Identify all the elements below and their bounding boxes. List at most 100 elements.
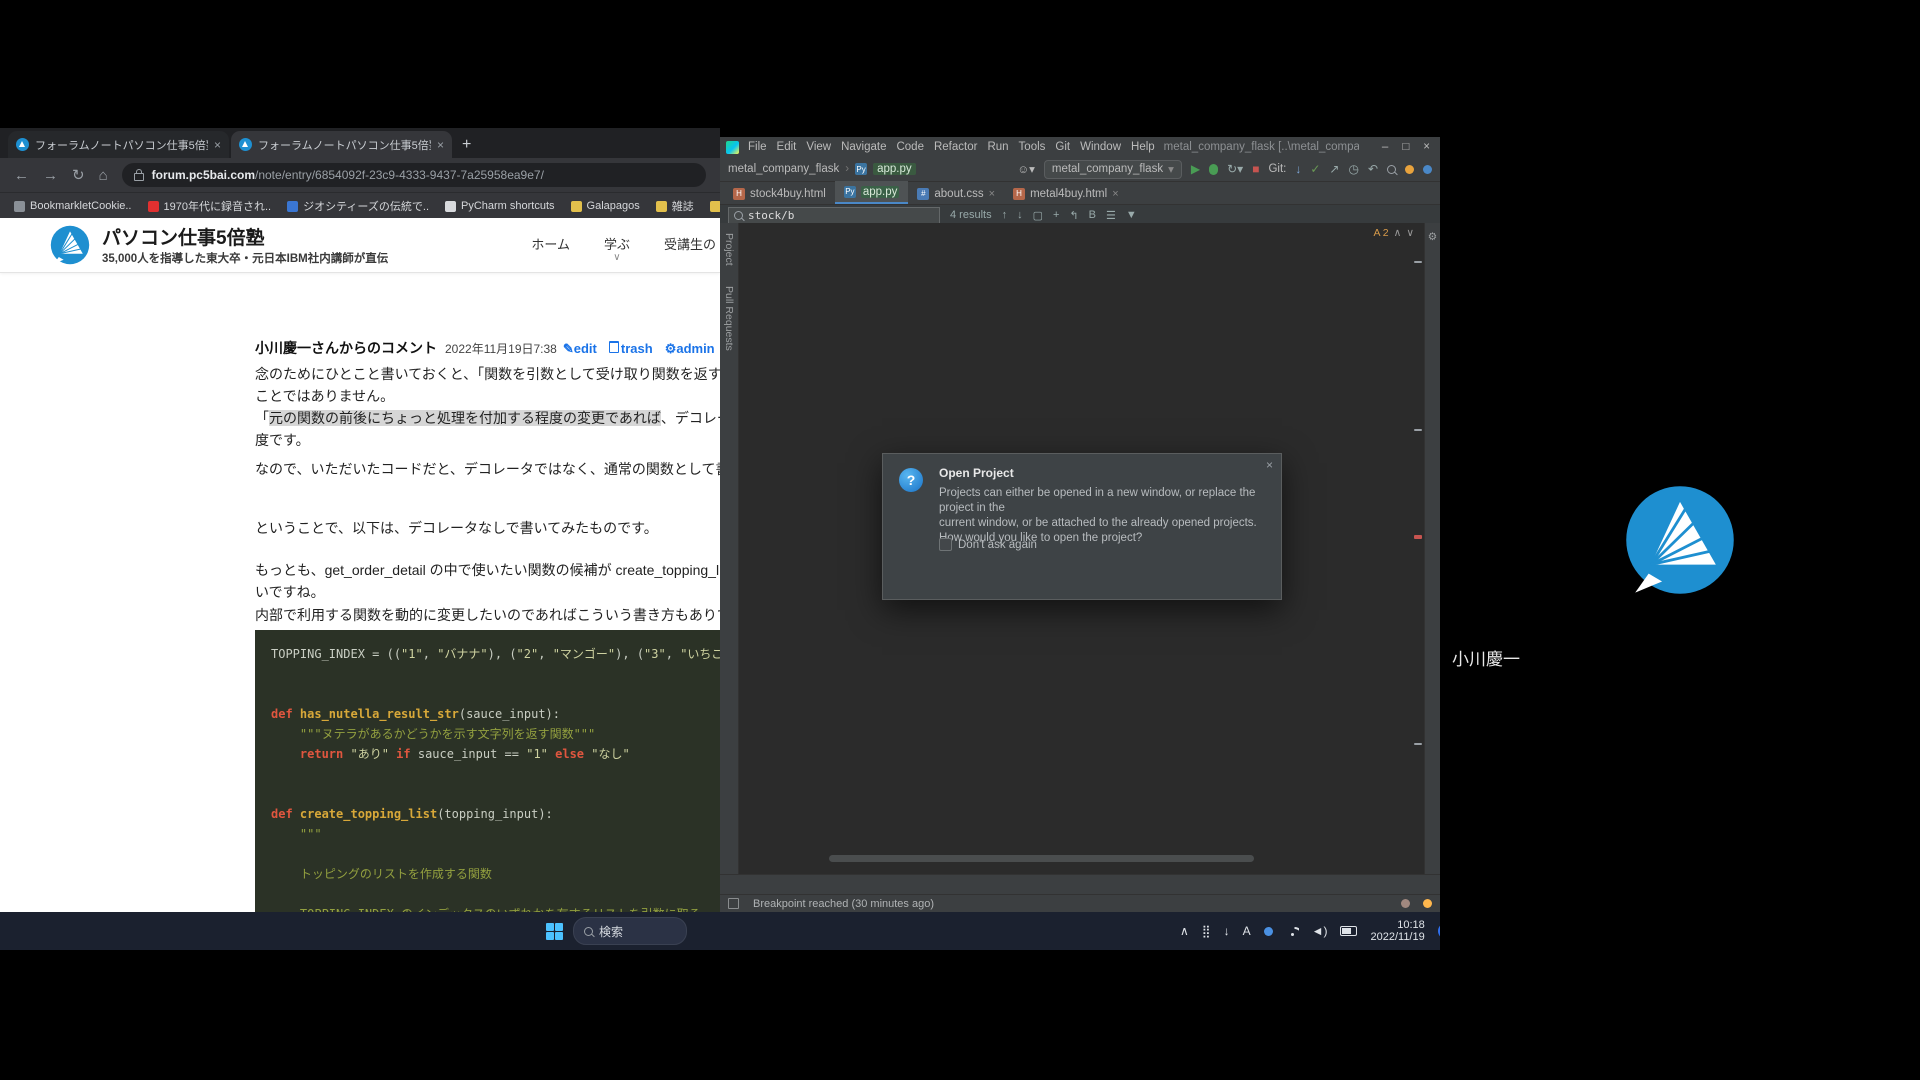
site-logo-icon[interactable] (50, 225, 90, 265)
menu-file[interactable]: File (748, 141, 767, 153)
minimize-button[interactable]: – (1382, 141, 1388, 153)
bookmark-item[interactable]: ジオシティーズの伝統で.. (287, 198, 429, 214)
run-icon[interactable]: ▶ (1191, 163, 1200, 175)
bookmark-item[interactable]: BookmarkletCookie.. (14, 200, 132, 212)
tab-close-icon[interactable]: × (437, 138, 444, 152)
pycharm-titlebar[interactable]: File Edit View Navigate Code Refactor Run Tools… (720, 137, 1440, 157)
inspections-widget[interactable]: A 2 ∧ ∨ (1373, 227, 1414, 239)
git-push-icon[interactable]: ↗ (1329, 163, 1339, 175)
menu-git[interactable]: Git (1055, 141, 1070, 153)
menu-help[interactable]: Help (1131, 141, 1155, 153)
tool-window-button[interactable]: Project (723, 233, 735, 266)
maximize-button[interactable]: □ (1402, 141, 1409, 153)
tool-window-button[interactable]: Pull Requests (723, 286, 735, 351)
checkbox-icon[interactable] (939, 538, 952, 551)
next-match-icon[interactable]: ↓ (1017, 209, 1023, 221)
stop-icon[interactable]: ■ (1252, 163, 1259, 175)
prev-match-icon[interactable]: ↑ (1002, 209, 1008, 221)
bookmark-item[interactable]: Psychology, Physica.. (710, 200, 720, 212)
tray-person-icon[interactable] (1264, 927, 1273, 936)
add-selection-icon[interactable]: + (1053, 209, 1059, 221)
profiler-icon[interactable] (1423, 165, 1432, 174)
menu-navigate[interactable]: Navigate (841, 141, 886, 153)
nav-item[interactable]: ホーム (531, 234, 570, 253)
search-options-icon[interactable]: ☰ (1106, 209, 1116, 222)
wifi-icon[interactable] (1286, 927, 1299, 936)
menu-window[interactable]: Window (1080, 141, 1121, 153)
menu-tools[interactable]: Tools (1019, 141, 1046, 153)
editor-tab[interactable]: #about.css× (908, 183, 1004, 204)
bookmark-item[interactable]: Galapagos (571, 200, 640, 212)
bookmark-item[interactable]: 雑誌 (656, 198, 694, 214)
horizontal-scrollbar[interactable] (829, 855, 1254, 862)
tab-close-icon[interactable]: × (989, 188, 995, 200)
forum-content: 小川慶一さんからのコメント2022年11月19日7:38✎edittrash⚙a… (255, 338, 720, 912)
edit-link[interactable]: ✎edit (563, 341, 597, 356)
status-notification-icon[interactable] (1401, 899, 1410, 908)
nav-item[interactable]: 学ぶ∨ (604, 234, 630, 253)
settings-icon[interactable] (1405, 165, 1414, 174)
code-segment: sauce_input == (418, 747, 526, 761)
match-case-icon[interactable]: B (1089, 209, 1096, 221)
admin-link[interactable]: ⚙admin (665, 341, 715, 356)
next-problem-icon[interactable]: ∨ (1406, 227, 1414, 239)
volume-icon[interactable]: ◄) (1312, 924, 1328, 938)
git-update-icon[interactable]: ↓ (1295, 163, 1301, 175)
menu-view[interactable]: View (806, 141, 831, 153)
reload-icon[interactable]: ↻ (72, 166, 85, 184)
status-emoji-icon[interactable] (1423, 899, 1432, 908)
menu-edit[interactable]: Edit (777, 141, 797, 153)
taskbar-search[interactable]: 検索 (573, 917, 687, 945)
editor-tab[interactable]: Pyapp.py (835, 181, 909, 204)
battery-icon[interactable] (1340, 926, 1357, 936)
stripe-gear-icon[interactable]: ⚙ (1428, 231, 1437, 243)
address-bar[interactable]: forum.pc5bai.com/note/entry/6854092f-23c… (122, 163, 706, 187)
dialog-close-icon[interactable]: × (1266, 458, 1273, 472)
home-icon[interactable]: ⌂ (99, 167, 108, 184)
taskbar-clock[interactable]: 10:18 2022/11/19 (1370, 919, 1424, 944)
site-title[interactable]: パソコン仕事5倍塾 (102, 223, 265, 250)
search-input[interactable]: stock/b (728, 207, 940, 224)
tray-chevron-icon[interactable]: ∧ (1180, 924, 1189, 938)
breadcrumb-project[interactable]: metal_company_flask (728, 163, 839, 175)
browser-tab[interactable]: フォーラムノートパソコン仕事5倍塾× (231, 131, 452, 158)
prev-problem-icon[interactable]: ∧ (1394, 227, 1402, 239)
search-everywhere-icon[interactable] (1387, 165, 1396, 174)
text-segment: 、デコレータで表現し (661, 410, 720, 426)
close-button[interactable]: × (1423, 141, 1430, 153)
history-icon[interactable]: ◷ (1348, 163, 1358, 175)
ime-indicator[interactable]: A (1243, 924, 1251, 938)
start-button[interactable] (546, 923, 563, 940)
bookmark-item[interactable]: PyCharm shortcuts (445, 200, 555, 212)
forward-icon[interactable]: → (43, 167, 58, 184)
tray-grid-icon[interactable]: ⣿ (1202, 924, 1211, 938)
editor-tab[interactable]: Hmetal4buy.html× (1004, 183, 1128, 204)
menu-refactor[interactable]: Refactor (934, 141, 977, 153)
new-tab-button[interactable]: + (462, 136, 471, 154)
trash-link[interactable]: trash (609, 341, 653, 356)
bookmark-item[interactable]: 1970年代に録音され.. (148, 198, 272, 214)
debug-icon[interactable] (1209, 164, 1218, 175)
filter-icon[interactable]: ▼ (1126, 209, 1137, 221)
tray-download-icon[interactable]: ↓ (1224, 924, 1230, 938)
select-all-matches-icon[interactable]: ▢ (1033, 209, 1043, 222)
undo-icon[interactable]: ↶ (1368, 163, 1378, 175)
user-icon[interactable]: ☺▾ (1017, 162, 1035, 176)
back-icon[interactable]: ← (14, 167, 29, 184)
bookmark-favicon-icon (656, 201, 667, 212)
dont-ask-again-checkbox[interactable]: Don't ask again (939, 538, 1037, 551)
tab-close-icon[interactable]: × (214, 138, 221, 152)
menu-code[interactable]: Code (896, 141, 924, 153)
coverage-icon[interactable]: ↻▾ (1227, 163, 1243, 175)
run-config-selector[interactable]: metal_company_flask▾ (1044, 160, 1182, 179)
code-line: """ (271, 824, 704, 844)
editor-tab[interactable]: Hstock4buy.html (724, 183, 835, 204)
tab-close-icon[interactable]: × (1112, 188, 1118, 200)
in-selection-icon[interactable]: ↰ (1069, 209, 1078, 222)
breakpoint-mute-icon[interactable] (728, 898, 739, 909)
nav-item[interactable]: 受講生の (664, 234, 716, 253)
breadcrumb-file[interactable]: app.py (873, 163, 916, 175)
menu-run[interactable]: Run (987, 141, 1008, 153)
git-commit-icon[interactable]: ✓ (1310, 163, 1320, 175)
browser-tab[interactable]: フォーラムノートパソコン仕事5倍塾× (8, 131, 229, 158)
